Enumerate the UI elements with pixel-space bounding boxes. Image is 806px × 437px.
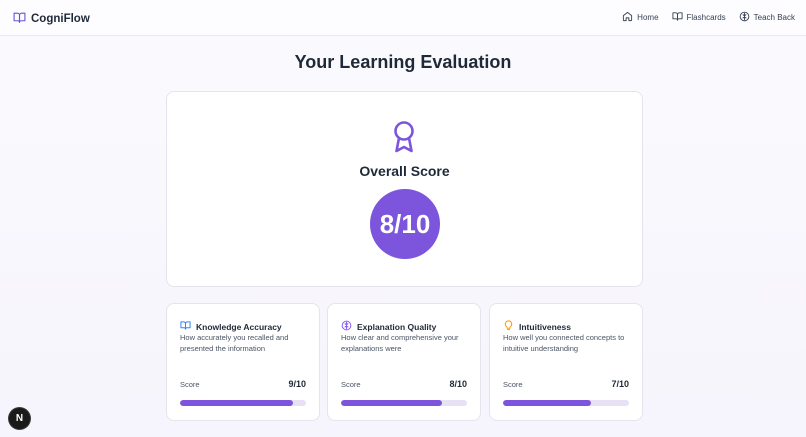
score-progress-bar: [180, 400, 306, 406]
overall-score-card: Overall Score 8/10: [166, 91, 643, 287]
score-label: Score: [341, 379, 361, 389]
score-label: Score: [503, 379, 523, 389]
brand-name: CogniFlow: [31, 13, 90, 25]
score-value: 8/10: [449, 379, 467, 389]
nav-home-label: Home: [637, 13, 659, 22]
overall-score-value: 8/10: [370, 189, 440, 259]
nav-teach-back-label: Teach Back: [753, 13, 795, 22]
brain-icon: [739, 11, 750, 24]
metric-description: How clear and comprehensive your explana…: [341, 333, 459, 353]
book-open-icon: [13, 10, 26, 28]
metric-description: How accurately you recalled and presente…: [180, 333, 289, 353]
nav-home[interactable]: Home: [622, 11, 659, 24]
home-icon: [622, 11, 633, 24]
metric-description: How well you connected concepts to intui…: [503, 333, 625, 353]
nav-teach-back[interactable]: Teach Back: [739, 11, 795, 24]
dev-tools-badge[interactable]: N: [9, 408, 30, 429]
overall-score-label: Overall Score: [359, 163, 450, 179]
score-value: 7/10: [611, 379, 629, 389]
score-progress-fill: [503, 400, 592, 406]
score-value: 9/10: [288, 379, 306, 389]
metric-card-explanation-quality: Explanation Quality How clear and compre…: [327, 303, 481, 421]
nav-flashcards-label: Flashcards: [686, 13, 726, 22]
brand[interactable]: CogniFlow: [13, 10, 90, 28]
metric-title: Intuitiveness: [519, 322, 571, 332]
metric-title: Knowledge Accuracy: [196, 322, 282, 332]
top-nav: CogniFlow Home Flashcards Teach Back: [0, 0, 806, 36]
book-icon: [671, 11, 683, 24]
award-icon: [391, 120, 417, 154]
nav-flashcards[interactable]: Flashcards: [671, 11, 726, 24]
score-progress-bar: [341, 400, 467, 406]
metric-card-intuitiveness: Intuitiveness How well you connected con…: [489, 303, 643, 421]
metric-title: Explanation Quality: [357, 322, 437, 332]
score-progress-fill: [341, 400, 442, 406]
score-progress-fill: [180, 400, 294, 406]
page-title: Your Learning Evaluation: [294, 52, 512, 72]
metric-card-knowledge-accuracy: Knowledge Accuracy How accurately you re…: [166, 303, 320, 421]
score-label: Score: [180, 379, 200, 389]
score-progress-bar: [503, 400, 629, 406]
